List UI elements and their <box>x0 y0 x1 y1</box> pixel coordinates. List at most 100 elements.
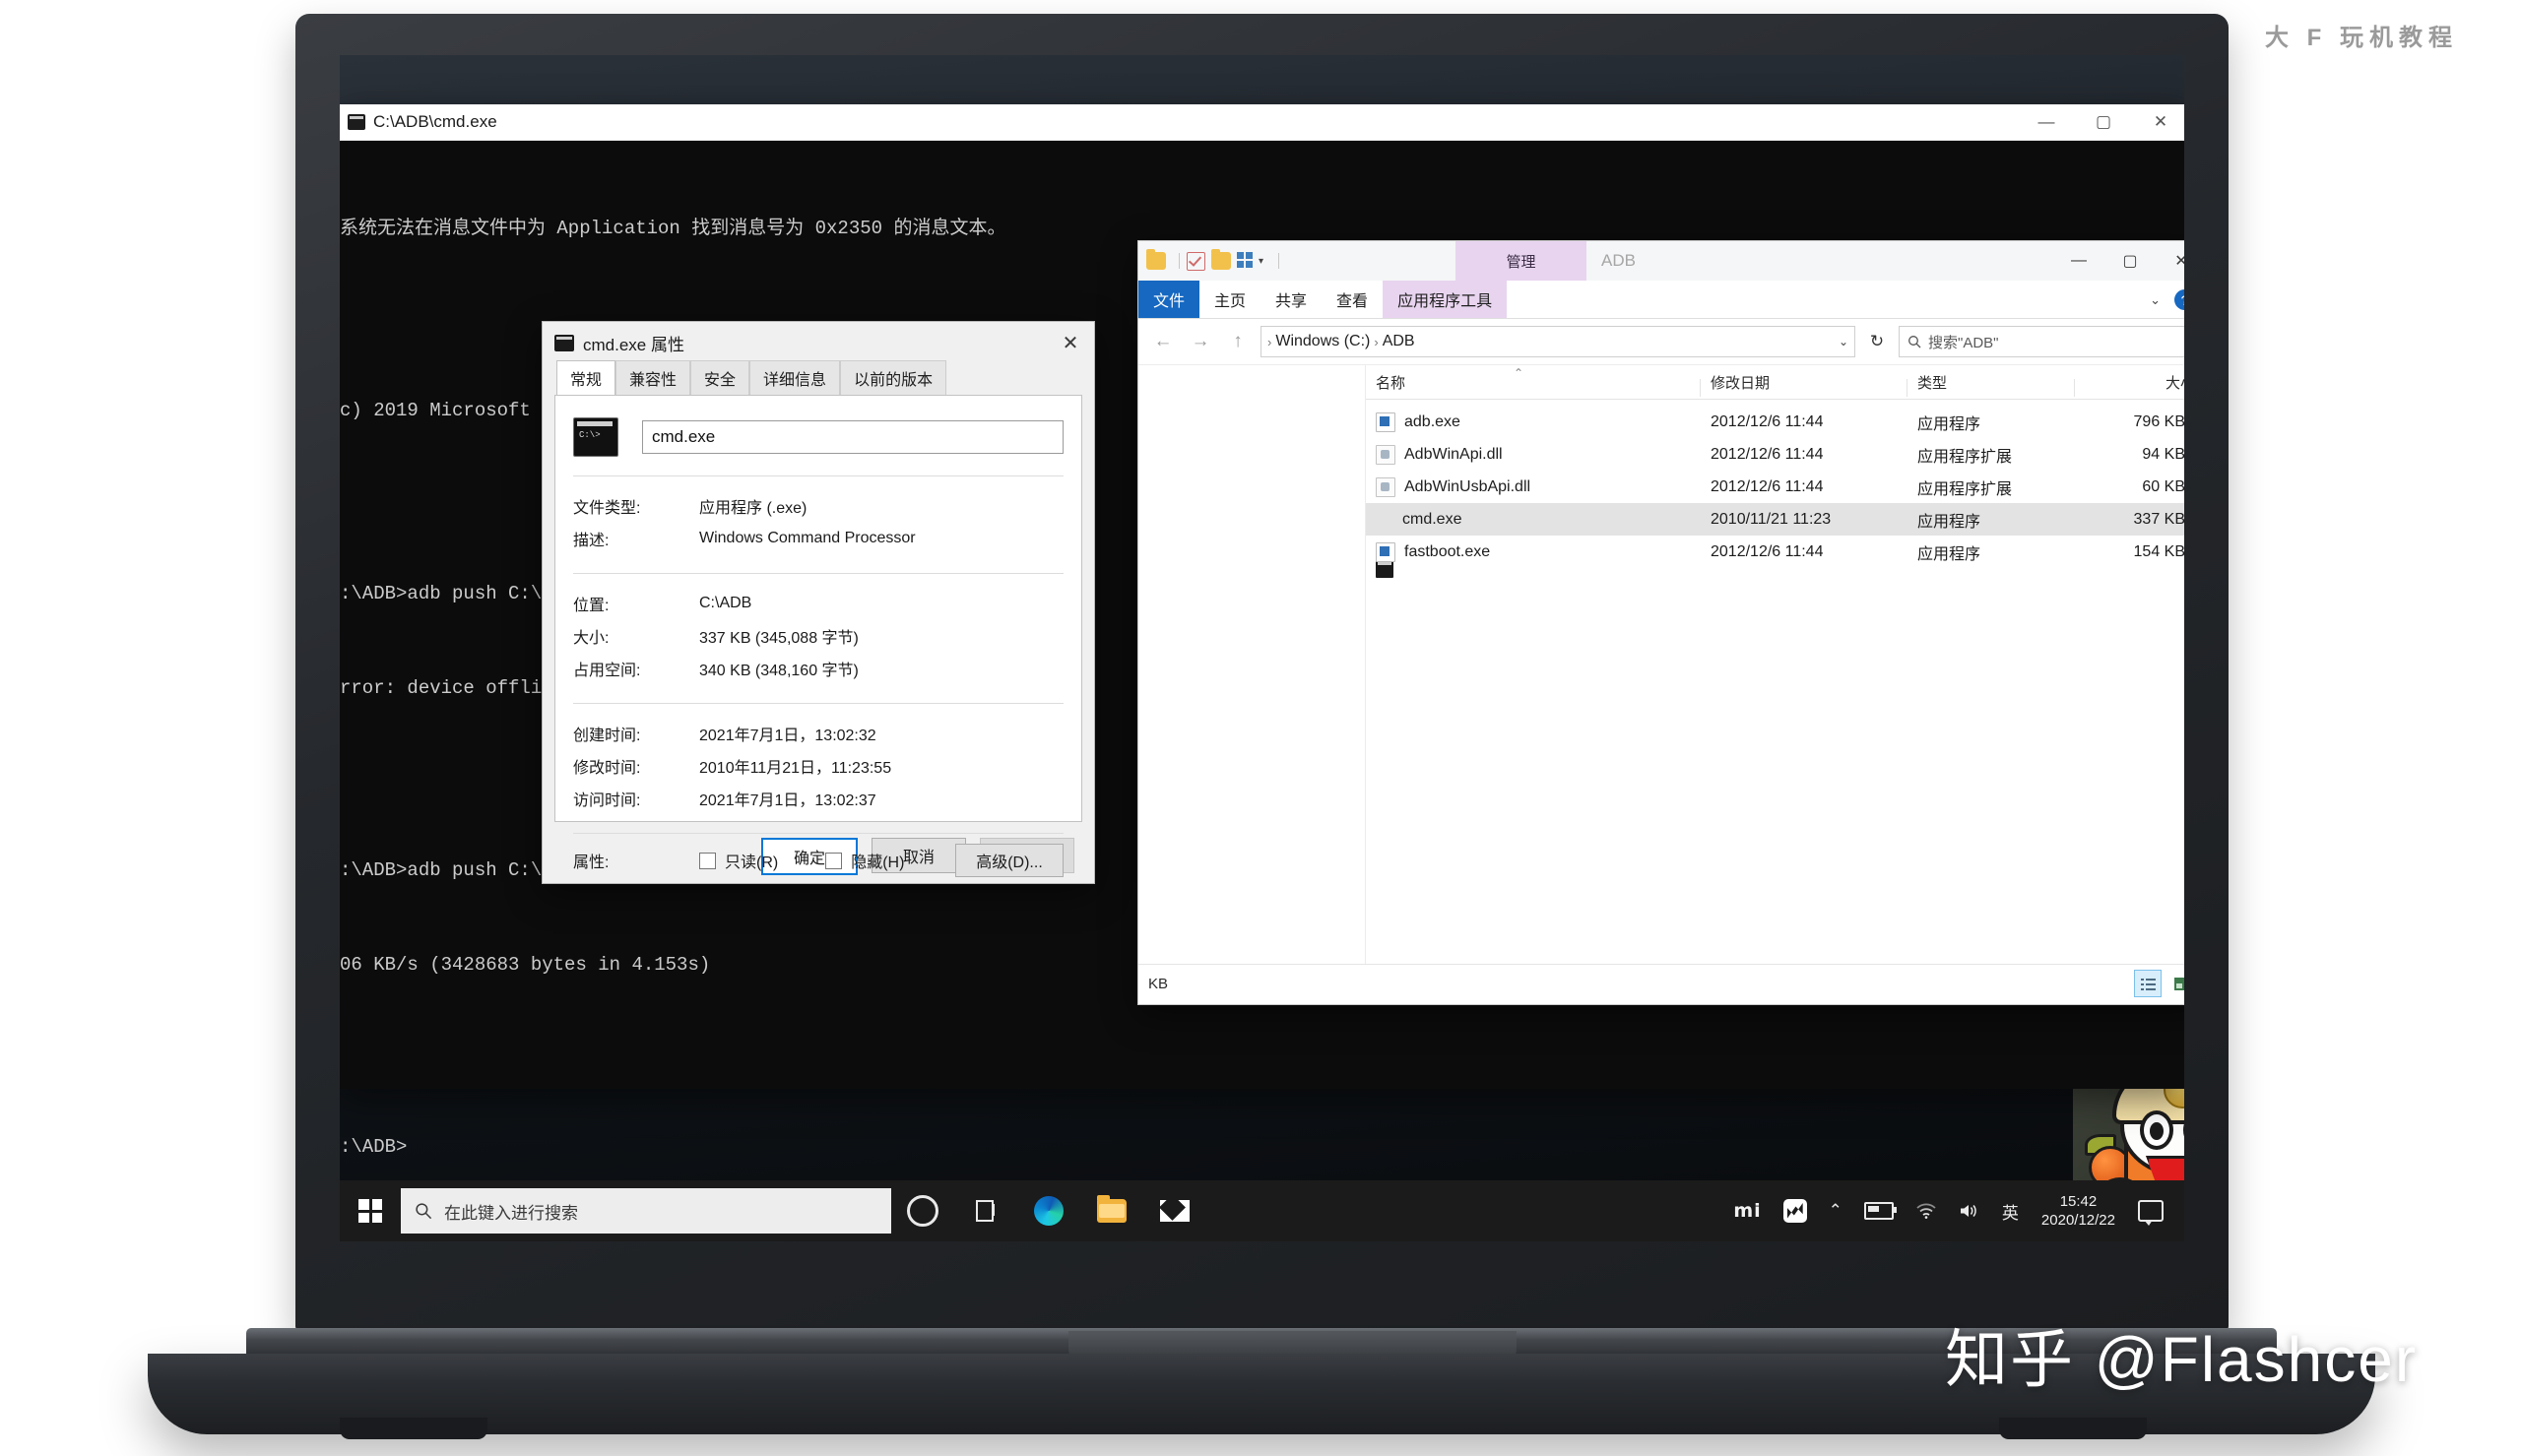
file-name-field[interactable]: cmd.exe <box>642 420 1064 454</box>
dialog-general-panel: cmd.exe 文件类型: 应用程序 (.exe) 描述: Windows Co… <box>554 395 1082 877</box>
tab-previous-versions[interactable]: 以前的版本 <box>840 360 947 395</box>
dll-file-icon <box>1376 444 1395 465</box>
notification-icon[interactable] <box>2127 1180 2174 1241</box>
file-explorer-button[interactable] <box>1080 1180 1143 1241</box>
explorer-window-title: ADB <box>1601 251 1636 270</box>
advanced-button[interactable]: 高级(D)... <box>955 844 1064 877</box>
search-input[interactable]: 在此键入进行搜索 <box>401 1188 891 1234</box>
chevron-down-icon[interactable]: ⌄ <box>1839 335 1848 348</box>
details-view-icon[interactable] <box>2134 970 2162 997</box>
tab-share[interactable]: 共享 <box>1260 281 1322 318</box>
back-button[interactable]: ← <box>1148 327 1178 356</box>
mi-tray-icon[interactable]: mi <box>1722 1180 1772 1241</box>
taskbar[interactable]: 在此键入进行搜索 mi ⌃ 英 15:42 2020/12/22 <box>340 1180 2184 1241</box>
hidden-checkbox[interactable]: 隐藏(H) <box>825 849 904 872</box>
cmd-title-bar[interactable]: C:\ADB\cmd.exe — ▢ ✕ <box>340 104 2184 141</box>
column-header-size[interactable]: 大小 <box>2075 372 2184 393</box>
breadcrumb-item-folder[interactable]: ADB <box>1383 333 1415 350</box>
file-size: 796 KB <box>2133 412 2184 430</box>
ribbon-tab-bar[interactable]: 文件 主页 共享 查看 应用程序工具 ⌄ ? <box>1138 281 2184 319</box>
battery-icon[interactable] <box>1853 1180 1905 1241</box>
netease-music-icon[interactable] <box>1773 1180 1818 1241</box>
table-row[interactable]: AdbWinApi.dll 2012/12/6 11:44 应用程序扩展 94 … <box>1366 438 2184 471</box>
cmd-prompt-line: :\ADB> <box>340 1136 408 1159</box>
wifi-icon[interactable] <box>1905 1180 1948 1241</box>
chevron-down-icon[interactable]: ⌄ <box>2150 292 2161 308</box>
mail-button[interactable] <box>1143 1180 1206 1241</box>
tab-application-tools[interactable]: 应用程序工具 <box>1383 281 1508 318</box>
file-name: cmd.exe <box>1402 510 1462 528</box>
close-icon[interactable]: ✕ <box>1047 322 1094 363</box>
field-value: 2021年7月1日，13:02:32 <box>699 727 876 744</box>
windows-desktop: Flashcer 大 F 玩机教程 大 F <box>340 55 2184 1241</box>
cortana-button[interactable] <box>891 1180 954 1241</box>
edge-button[interactable] <box>1017 1180 1080 1241</box>
refresh-icon[interactable]: ↻ <box>1863 327 1891 356</box>
breadcrumb-item-drive[interactable]: Windows (C:) <box>1275 333 1370 350</box>
forward-button[interactable]: → <box>1186 327 1215 356</box>
field-value: 337 KB (345,088 字节) <box>699 629 859 647</box>
tab-compatibility[interactable]: 兼容性 <box>615 360 691 395</box>
system-tray[interactable]: mi ⌃ 英 15:42 2020/12/22 <box>1722 1180 2184 1241</box>
clock[interactable]: 15:42 2020/12/22 <box>2030 1180 2127 1241</box>
tab-security[interactable]: 安全 <box>690 360 750 395</box>
table-row[interactable]: adb.exe 2012/12/6 11:44 应用程序 796 KB <box>1366 406 2184 438</box>
file-type: 应用程序 <box>1917 415 1981 433</box>
laptop-mockup: Flashcer 大 F 玩机教程 大 F <box>0 0 2521 1456</box>
customize-quick-icon[interactable] <box>1237 252 1255 270</box>
volume-icon[interactable] <box>1948 1180 1991 1241</box>
column-header-row[interactable]: 名称 ⌃ 修改日期 类型 大小 <box>1366 365 2184 400</box>
cmd-close-button[interactable]: ✕ <box>2132 104 2184 140</box>
terminal-icon <box>348 114 365 130</box>
address-bar-row[interactable]: ← → ↑ › Windows (C:) › ADB ⌄ ↻ 搜索"ADB" <box>1138 319 2184 365</box>
search-placeholder-text: 搜索"ADB" <box>1928 334 1999 351</box>
tab-home[interactable]: 主页 <box>1199 281 1260 318</box>
task-view-button[interactable] <box>954 1180 1017 1241</box>
checkbox-quick-icon[interactable] <box>1187 251 1205 271</box>
tab-general[interactable]: 常规 <box>556 360 616 395</box>
chevron-down-icon[interactable]: ▾ <box>1259 256 1263 267</box>
explorer-maximize-button[interactable]: ▢ <box>2104 241 2156 281</box>
dialog-title-bar[interactable]: cmd.exe 属性 ✕ <box>543 322 1094 363</box>
contextual-tab-header: 管理 <box>1455 241 1586 281</box>
view-toggle-group[interactable] <box>2134 970 2184 997</box>
file-name: AdbWinUsbApi.dll <box>1404 477 1531 495</box>
field-row: 位置: C:\ADB <box>573 587 1064 619</box>
checkbox-box[interactable] <box>699 852 716 869</box>
column-header-name[interactable]: 名称 ⌃ <box>1366 366 1701 397</box>
tray-overflow-button[interactable]: ⌃ <box>1818 1180 1853 1241</box>
readonly-checkbox[interactable]: 只读(R) <box>699 849 778 872</box>
properties-quick-icon[interactable] <box>1146 249 1166 270</box>
start-button[interactable] <box>340 1180 401 1241</box>
cortana-icon <box>907 1195 938 1227</box>
file-name: fastboot.exe <box>1404 542 1491 560</box>
column-header-date[interactable]: 修改日期 <box>1701 372 1907 397</box>
explorer-close-button[interactable]: ✕ <box>2156 241 2184 281</box>
thumbnail-view-icon[interactable] <box>2167 970 2184 997</box>
breadcrumb[interactable]: › Windows (C:) › ADB ⌄ <box>1260 326 1855 357</box>
file-list-pane[interactable]: 名称 ⌃ 修改日期 类型 大小 adb.exe 2012/12/6 11:44 … <box>1366 365 2184 964</box>
up-button[interactable]: ↑ <box>1223 327 1253 356</box>
file-explorer-window[interactable]: ▾ 管理 ADB — ▢ ✕ 文件 主页 共享 查看 应用程序工具 ⌄ ← → … <box>1137 240 2184 1005</box>
dialog-tab-bar[interactable]: 常规 兼容性 安全 详细信息 以前的版本 <box>543 360 1094 395</box>
tab-file[interactable]: 文件 <box>1138 281 1200 318</box>
clock-time: 15:42 <box>2059 1192 2098 1210</box>
explorer-minimize-button[interactable]: — <box>2053 241 2104 281</box>
ime-indicator[interactable]: 英 <box>1991 1180 2030 1241</box>
new-folder-quick-icon[interactable] <box>1211 249 1231 270</box>
help-icon[interactable]: ? <box>2174 289 2184 310</box>
quick-access-toolbar[interactable]: ▾ 管理 ADB — ▢ ✕ <box>1138 241 2184 281</box>
checkbox-box[interactable] <box>825 852 843 869</box>
cmd-minimize-button[interactable]: — <box>2018 104 2075 140</box>
navigation-pane[interactable] <box>1138 365 1366 964</box>
properties-dialog[interactable]: cmd.exe 属性 ✕ 常规 兼容性 安全 详细信息 以前的版本 cmd.ex… <box>542 321 1095 884</box>
column-header-type[interactable]: 类型 <box>1907 372 2075 397</box>
tab-details[interactable]: 详细信息 <box>749 360 841 395</box>
tab-view[interactable]: 查看 <box>1322 281 1383 318</box>
search-input[interactable]: 搜索"ADB" <box>1899 326 2184 357</box>
table-row[interactable]: AdbWinUsbApi.dll 2012/12/6 11:44 应用程序扩展 … <box>1366 471 2184 503</box>
cmd-maximize-button[interactable]: ▢ <box>2075 104 2132 140</box>
table-row[interactable]: fastboot.exe 2012/12/6 11:44 应用程序 154 KB <box>1366 536 2184 568</box>
timestamps-group: 创建时间: 2021年7月1日，13:02:32 修改时间: 2010年11月2… <box>573 717 1064 814</box>
table-row[interactable]: cmd.exe 2010/11/21 11:23 应用程序 337 KB <box>1366 503 2184 578</box>
